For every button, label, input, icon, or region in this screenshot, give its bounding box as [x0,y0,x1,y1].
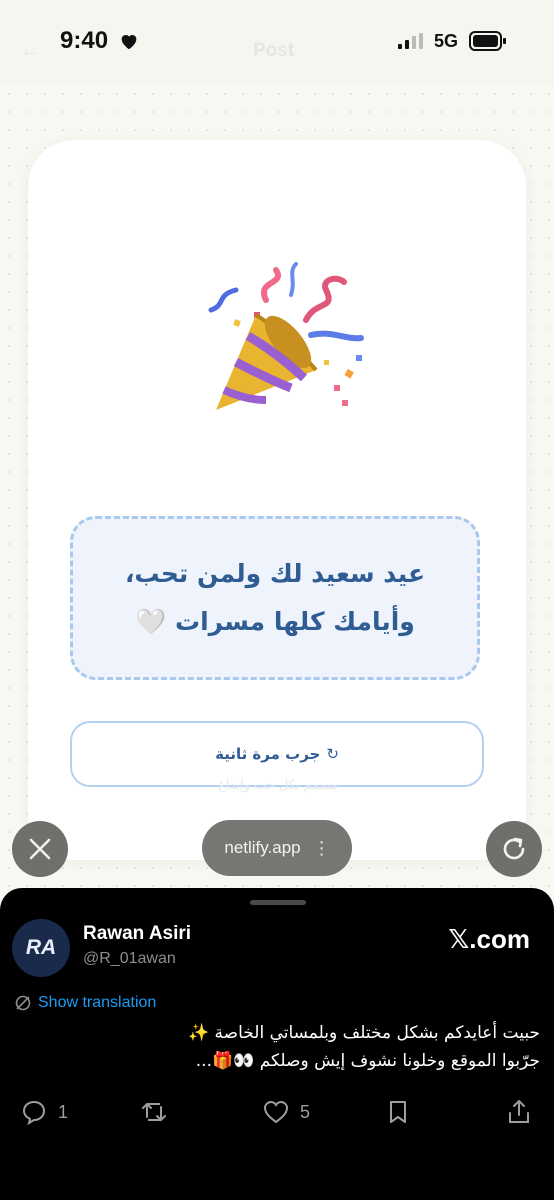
web-page: عيد سعيد لك ولمن تحب، وأيامك كلها مسرات … [0,85,554,890]
tweet-text: حبيت أعايدكم بشكل مختلف وبلمساتي الخاصة … [20,1019,540,1075]
drag-handle[interactable] [250,900,306,905]
close-button[interactable] [12,821,68,877]
tweet-line-2: جرّبوا الموقع وخلونا نشوف إيش وصلكم 👀🎁..… [195,1051,540,1071]
refresh-icon: ↻ [326,746,339,763]
share-button[interactable] [505,1098,533,1126]
try-again-label: جرب مرة ثانية [215,745,321,763]
url-text: netlify.app [224,838,301,857]
greeting-line-2: وأيامك كلها مسرات 🤍 [135,607,415,636]
close-icon [29,838,51,860]
like-button[interactable]: 5 [262,1098,310,1126]
like-count: 5 [300,1101,311,1122]
reload-button[interactable] [486,821,542,877]
tweet-line-1: حبيت أعايدكم بشكل مختلف وبلمساتي الخاصة … [187,1023,540,1043]
greeting-line-1: عيد سعيد لك ولمن تحب، [124,559,426,588]
heart-icon [121,35,137,50]
party-popper-icon [208,262,364,410]
avatar[interactable]: RA [12,919,70,977]
show-translation-label: Show translation [38,994,157,1011]
status-bar: ← Post 9:40 5G [0,0,554,85]
signal-icon [398,33,423,49]
like-heart-icon [263,1100,289,1124]
bookmark-icon [390,1101,406,1123]
tweet-actions: 1 5 [0,1098,554,1138]
reply-count: 1 [58,1101,69,1122]
faded-footer-text: مصمم بكل حب وإبداع [218,778,338,793]
share-icon [509,1100,529,1123]
author-handle[interactable]: @R_01awan [83,950,176,968]
retweet-button[interactable] [140,1098,168,1126]
url-bar[interactable]: netlify.app ⋮ [202,820,352,876]
back-arrow-icon: ← [20,40,40,62]
bookmark-button[interactable] [384,1098,412,1126]
reply-icon [22,1100,46,1126]
greeting-card: عيد سعيد لك ولمن تحب، وأيامك كلها مسرات … [28,140,526,860]
source-label[interactable]: 𝕏.com [448,924,530,955]
reload-icon [503,837,525,860]
network-type: 5G [434,31,459,51]
more-options-icon[interactable]: ⋮ [313,838,331,859]
translate-icon [15,995,31,1011]
greeting-message-box: عيد سعيد لك ولمن تحب، وأيامك كلها مسرات … [70,516,480,680]
battery-icon [469,31,506,51]
retweet-icon [142,1103,166,1121]
ghost-page-title: Post [253,40,295,61]
author-name[interactable]: Rawan Asiri [83,923,191,945]
tweet-card: RA Rawan Asiri @R_01awan 𝕏.com Show tran… [0,888,554,1200]
show-translation-link[interactable]: Show translation [14,994,156,1012]
reply-button[interactable]: 1 [20,1098,68,1126]
status-time: 9:40 [60,27,109,54]
